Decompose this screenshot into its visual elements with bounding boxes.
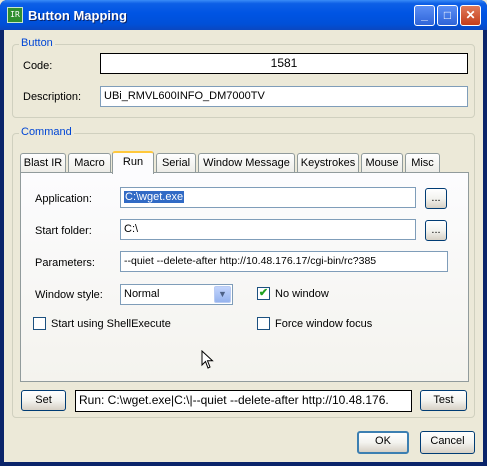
maximize-button[interactable]: □ — [437, 5, 458, 26]
ok-button[interactable]: OK — [357, 431, 409, 454]
description-field[interactable]: UBi_RMVL600INFO_DM7000TV — [100, 86, 468, 107]
no-window-checkbox[interactable]: ✔ — [257, 287, 270, 300]
window-style-select[interactable]: Normal ▼ — [120, 284, 233, 305]
code-label: Code: — [23, 60, 53, 72]
window-title: Button Mapping — [28, 8, 127, 23]
dialog-body: Button Code: 1581 Description: UBi_RMVL6… — [4, 30, 483, 462]
command-text-field[interactable]: Run: C:\wget.exe|C:\|--quiet --delete-af… — [75, 390, 412, 412]
title-bar[interactable]: IR Button Mapping _ □ ✕ — [0, 0, 487, 30]
tab-blast-ir[interactable]: Blast IR — [20, 153, 66, 173]
set-button[interactable]: Set — [21, 390, 66, 411]
command-group-label: Command — [19, 126, 74, 138]
parameters-label: Parameters: — [35, 257, 95, 269]
parameters-field[interactable]: --quiet --delete-after http://10.48.176.… — [120, 251, 448, 272]
window-style-value: Normal — [124, 288, 160, 300]
shell-execute-label: Start using ShellExecute — [51, 318, 171, 330]
tab-keystrokes[interactable]: Keystrokes — [297, 153, 359, 173]
tab-run[interactable]: Run — [112, 151, 154, 174]
tab-macro[interactable]: Macro — [68, 153, 111, 173]
start-folder-field[interactable]: C:\ — [120, 219, 416, 240]
start-folder-label: Start folder: — [35, 225, 92, 237]
maximize-icon: □ — [443, 8, 452, 22]
application-value: C:\wget.exe — [124, 191, 185, 203]
minimize-icon: _ — [421, 8, 428, 22]
browse-folder-button[interactable]: ... — [425, 220, 447, 241]
browse-application-button[interactable]: ... — [425, 188, 447, 209]
application-field[interactable]: C:\wget.exe — [120, 187, 416, 208]
tab-serial[interactable]: Serial — [156, 153, 196, 173]
button-group-label: Button — [19, 37, 55, 49]
force-focus-checkbox[interactable] — [257, 317, 270, 330]
code-field[interactable]: 1581 — [100, 53, 468, 74]
tab-misc[interactable]: Misc — [405, 153, 440, 173]
force-focus-label: Force window focus — [275, 318, 373, 330]
no-window-label: No window — [275, 288, 329, 300]
tab-window-message[interactable]: Window Message — [198, 153, 295, 173]
app-icon: IR — [7, 7, 23, 23]
test-button[interactable]: Test — [420, 390, 467, 411]
cancel-button[interactable]: Cancel — [420, 431, 475, 454]
shell-execute-checkbox[interactable] — [33, 317, 46, 330]
close-button[interactable]: ✕ — [460, 5, 481, 26]
description-label: Description: — [23, 91, 82, 103]
tab-mouse[interactable]: Mouse — [361, 153, 403, 173]
checkmark-icon: ✔ — [258, 287, 269, 299]
chevron-down-icon[interactable]: ▼ — [214, 286, 231, 303]
close-icon: ✕ — [465, 8, 476, 22]
mouse-pointer-icon — [201, 350, 214, 369]
minimize-button[interactable]: _ — [414, 5, 435, 26]
window-style-label: Window style: — [35, 289, 103, 301]
application-label: Application: — [35, 193, 92, 205]
button-mapping-dialog: IR Button Mapping _ □ ✕ Button Code: 158… — [0, 0, 487, 466]
